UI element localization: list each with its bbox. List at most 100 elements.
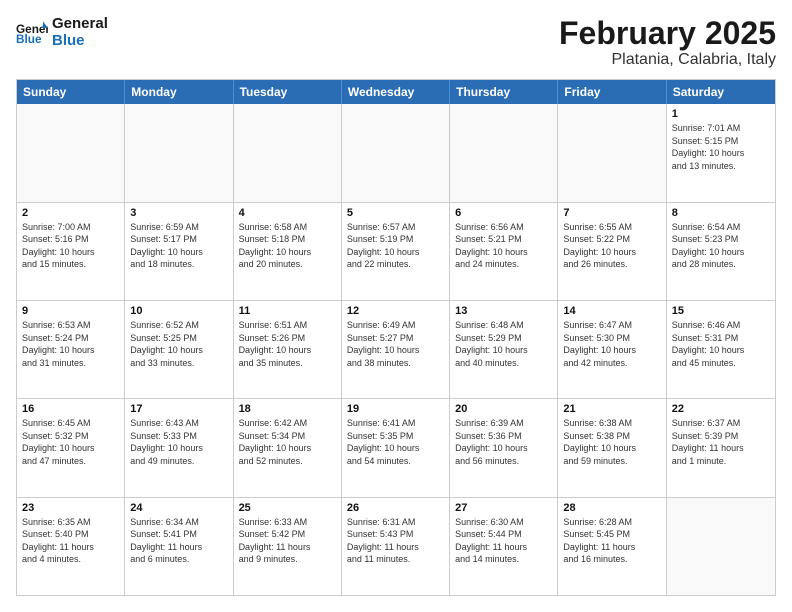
cell-info: Sunrise: 6:59 AMSunset: 5:17 PMDaylight:… [130, 221, 227, 271]
day-number: 21 [563, 403, 660, 415]
day-number: 14 [563, 305, 660, 317]
day-number: 11 [239, 305, 336, 317]
logo-icon: General Blue [16, 19, 48, 47]
cell-info: Sunrise: 6:58 AMSunset: 5:18 PMDaylight:… [239, 221, 336, 271]
cell-info: Sunrise: 6:43 AMSunset: 5:33 PMDaylight:… [130, 417, 227, 467]
cell-info: Sunrise: 6:28 AMSunset: 5:45 PMDaylight:… [563, 516, 660, 566]
table-row: 14 Sunrise: 6:47 AMSunset: 5:30 PMDayligh… [558, 301, 666, 398]
day-number: 13 [455, 305, 552, 317]
header-day-sunday: Sunday [17, 80, 125, 104]
table-row: 25Sunrise: 6:33 AMSunset: 5:42 PMDayligh… [234, 498, 342, 595]
day-number: 27 [455, 502, 552, 514]
table-row [234, 104, 342, 201]
table-row [342, 104, 450, 201]
cell-info: Sunrise: 6:57 AMSunset: 5:19 PMDaylight:… [347, 221, 444, 271]
table-row [17, 104, 125, 201]
table-row [667, 498, 775, 595]
table-row: 6Sunrise: 6:56 AMSunset: 5:21 PMDaylight… [450, 203, 558, 300]
cell-info: Sunrise: 6:30 AMSunset: 5:44 PMDaylight:… [455, 516, 552, 566]
header-day-tuesday: Tuesday [234, 80, 342, 104]
calendar-row-2: 2Sunrise: 7:00 AMSunset: 5:16 PMDaylight… [17, 202, 775, 300]
table-row: 13 Sunrise: 6:48 AMSunset: 5:29 PMDayligh… [450, 301, 558, 398]
table-row: 2Sunrise: 7:00 AMSunset: 5:16 PMDaylight… [17, 203, 125, 300]
logo: General Blue General Blue [16, 16, 108, 49]
table-row: 16 Sunrise: 6:45 AMSunset: 5:32 PMDayligh… [17, 399, 125, 496]
header-day-saturday: Saturday [667, 80, 775, 104]
table-row: 7 Sunrise: 6:55 AMSunset: 5:22 PMDaylight… [558, 203, 666, 300]
day-number: 16 [22, 403, 119, 415]
header-day-monday: Monday [125, 80, 233, 104]
day-number: 3 [130, 207, 227, 219]
cell-info: Sunrise: 6:45 AMSunset: 5:32 PMDaylight:… [22, 417, 119, 467]
day-number: 1 [672, 108, 770, 120]
header-day-thursday: Thursday [450, 80, 558, 104]
table-row: 9 Sunrise: 6:53 AMSunset: 5:24 PMDaylight… [17, 301, 125, 398]
cell-info: Sunrise: 6:34 AMSunset: 5:41 PMDaylight:… [130, 516, 227, 566]
table-row: 3 Sunrise: 6:59 AMSunset: 5:17 PMDaylight… [125, 203, 233, 300]
day-number: 2 [22, 207, 119, 219]
calendar: SundayMondayTuesdayWednesdayThursdayFrid… [16, 79, 776, 596]
day-number: 19 [347, 403, 444, 415]
logo-blue: Blue [52, 33, 108, 50]
table-row: 15Sunrise: 6:46 AMSunset: 5:31 PMDayligh… [667, 301, 775, 398]
day-number: 12 [347, 305, 444, 317]
table-row: 17Sunrise: 6:43 AMSunset: 5:33 PMDayligh… [125, 399, 233, 496]
day-number: 20 [455, 403, 552, 415]
header: General Blue General Blue February 2025 … [16, 16, 776, 69]
day-number: 8 [672, 207, 770, 219]
table-row [558, 104, 666, 201]
table-row: 27 Sunrise: 6:30 AMSunset: 5:44 PMDayligh… [450, 498, 558, 595]
day-number: 22 [672, 403, 770, 415]
month-title: February 2025 [559, 16, 776, 51]
calendar-header: SundayMondayTuesdayWednesdayThursdayFrid… [17, 80, 775, 104]
table-row: 8Sunrise: 6:54 AMSunset: 5:23 PMDaylight… [667, 203, 775, 300]
cell-info: Sunrise: 6:31 AMSunset: 5:43 PMDaylight:… [347, 516, 444, 566]
cell-info: Sunrise: 6:38 AMSunset: 5:38 PMDaylight:… [563, 417, 660, 467]
table-row: 4Sunrise: 6:58 AMSunset: 5:18 PMDaylight… [234, 203, 342, 300]
header-day-friday: Friday [558, 80, 666, 104]
cell-info: Sunrise: 7:01 AMSunset: 5:15 PMDaylight:… [672, 122, 770, 172]
cell-info: Sunrise: 6:48 AMSunset: 5:29 PMDaylight:… [455, 319, 552, 369]
table-row: 23 Sunrise: 6:35 AMSunset: 5:40 PMDayligh… [17, 498, 125, 595]
calendar-row-1: 1 Sunrise: 7:01 AMSunset: 5:15 PMDaylight… [17, 104, 775, 201]
svg-text:Blue: Blue [16, 33, 42, 46]
day-number: 7 [563, 207, 660, 219]
table-row: 19 Sunrise: 6:41 AMSunset: 5:35 PMDayligh… [342, 399, 450, 496]
table-row: 1 Sunrise: 7:01 AMSunset: 5:15 PMDaylight… [667, 104, 775, 201]
day-number: 15 [672, 305, 770, 317]
cell-info: Sunrise: 6:51 AMSunset: 5:26 PMDaylight:… [239, 319, 336, 369]
cell-info: Sunrise: 6:37 AMSunset: 5:39 PMDaylight:… [672, 417, 770, 467]
day-number: 24 [130, 502, 227, 514]
table-row: 21 Sunrise: 6:38 AMSunset: 5:38 PMDayligh… [558, 399, 666, 496]
cell-info: Sunrise: 6:53 AMSunset: 5:24 PMDaylight:… [22, 319, 119, 369]
cell-info: Sunrise: 6:49 AMSunset: 5:27 PMDaylight:… [347, 319, 444, 369]
calendar-row-5: 23 Sunrise: 6:35 AMSunset: 5:40 PMDayligh… [17, 497, 775, 595]
day-number: 26 [347, 502, 444, 514]
day-number: 6 [455, 207, 552, 219]
table-row: 22 Sunrise: 6:37 AMSunset: 5:39 PMDayligh… [667, 399, 775, 496]
cell-info: Sunrise: 6:55 AMSunset: 5:22 PMDaylight:… [563, 221, 660, 271]
header-day-wednesday: Wednesday [342, 80, 450, 104]
page: General Blue General Blue February 2025 … [0, 0, 792, 612]
table-row: 18Sunrise: 6:42 AMSunset: 5:34 PMDayligh… [234, 399, 342, 496]
day-number: 5 [347, 207, 444, 219]
cell-info: Sunrise: 6:52 AMSunset: 5:25 PMDaylight:… [130, 319, 227, 369]
calendar-row-3: 9 Sunrise: 6:53 AMSunset: 5:24 PMDaylight… [17, 300, 775, 398]
cell-info: Sunrise: 6:47 AMSunset: 5:30 PMDaylight:… [563, 319, 660, 369]
cell-info: Sunrise: 6:35 AMSunset: 5:40 PMDaylight:… [22, 516, 119, 566]
title-block: February 2025 Platania, Calabria, Italy [559, 16, 776, 69]
table-row: 12 Sunrise: 6:49 AMSunset: 5:27 PMDayligh… [342, 301, 450, 398]
table-row: 26 Sunrise: 6:31 AMSunset: 5:43 PMDayligh… [342, 498, 450, 595]
table-row [450, 104, 558, 201]
calendar-body: 1 Sunrise: 7:01 AMSunset: 5:15 PMDaylight… [17, 104, 775, 595]
day-number: 23 [22, 502, 119, 514]
logo-general: General [52, 16, 108, 33]
cell-info: Sunrise: 6:41 AMSunset: 5:35 PMDaylight:… [347, 417, 444, 467]
table-row [125, 104, 233, 201]
day-number: 18 [239, 403, 336, 415]
location-title: Platania, Calabria, Italy [559, 51, 776, 69]
table-row: 28Sunrise: 6:28 AMSunset: 5:45 PMDayligh… [558, 498, 666, 595]
day-number: 9 [22, 305, 119, 317]
table-row: 24 Sunrise: 6:34 AMSunset: 5:41 PMDayligh… [125, 498, 233, 595]
cell-info: Sunrise: 6:39 AMSunset: 5:36 PMDaylight:… [455, 417, 552, 467]
